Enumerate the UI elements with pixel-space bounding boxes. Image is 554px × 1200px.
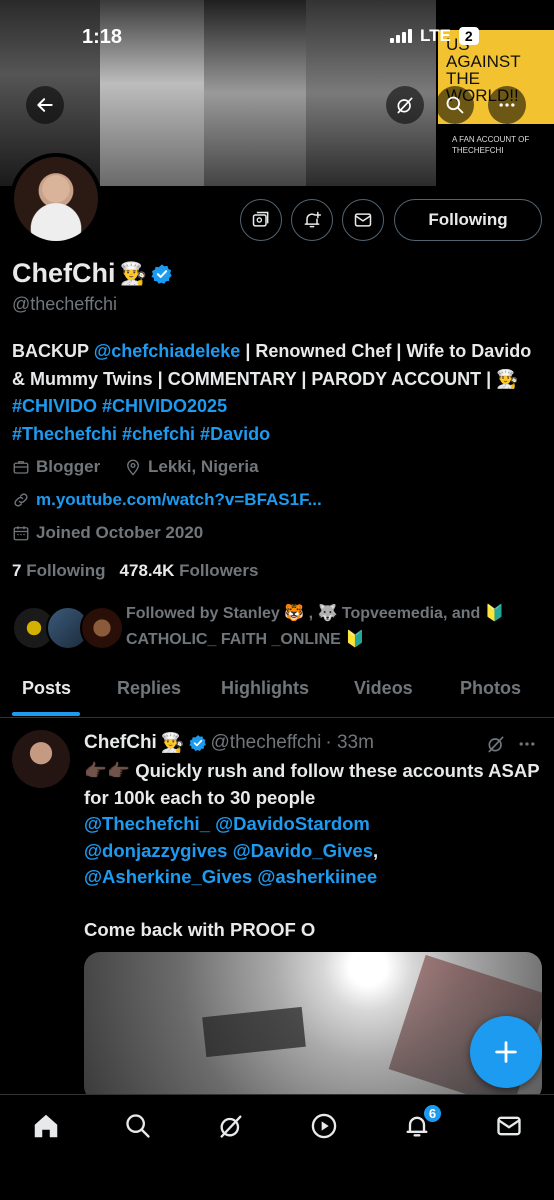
post-mentions[interactable]: @Asherkine_Gives @asherkiinee	[84, 866, 377, 887]
following-count-link[interactable]: 7 Following	[12, 561, 106, 581]
notify-button[interactable]	[291, 199, 333, 241]
envelope-icon	[497, 1116, 521, 1136]
profile-website[interactable]: m.youtube.com/watch?v=BFAS1F...	[12, 490, 322, 510]
post-text-line: 👉🏿👉🏿 Quickly rush and follow these accou…	[84, 760, 540, 808]
bio-text-1: BACKUP	[12, 341, 94, 361]
search-button[interactable]	[436, 86, 474, 124]
post-grok-button[interactable]	[486, 734, 506, 759]
back-button[interactable]	[26, 86, 64, 124]
post-avatar[interactable]	[12, 730, 70, 788]
followers-label: Followers	[179, 561, 259, 580]
tab-posts[interactable]: Posts	[22, 678, 71, 699]
followers-count-link[interactable]: 478.4K Followers	[120, 561, 259, 581]
post-body: 👉🏿👉🏿 Quickly rush and follow these accou…	[84, 758, 544, 944]
bell-plus-icon	[304, 211, 322, 228]
follower-avatar	[80, 606, 124, 650]
grok-icon	[397, 97, 413, 114]
profile-avatar[interactable]	[10, 153, 102, 245]
verified-badge-icon[interactable]	[151, 263, 173, 285]
followed-by-text[interactable]: Followed by Stanley 🐯 , 🐺 Topveemedia, a…	[126, 601, 536, 653]
battery-indicator: 2	[458, 27, 479, 45]
profile-category: Blogger	[12, 457, 100, 477]
following-label: Following	[26, 561, 106, 580]
profile-tabs: Posts Replies Highlights Videos Photos	[0, 668, 554, 718]
tab-replies[interactable]: Replies	[117, 678, 181, 699]
banner-photo-3	[204, 0, 306, 186]
more-icon	[519, 742, 535, 746]
profile-name-row: ChefChi 👨‍🍳	[12, 258, 173, 289]
verified-badge-icon	[188, 735, 206, 752]
more-icon	[499, 103, 515, 107]
media-icon	[252, 211, 269, 227]
search-icon	[446, 96, 464, 114]
post-text-line: Come back with PROOF O	[84, 919, 316, 940]
followed-by-avatars[interactable]	[12, 606, 124, 650]
grok-icon	[220, 1115, 242, 1138]
post-comma: ,	[373, 839, 379, 861]
joined-label: Joined October 2020	[36, 523, 204, 542]
compose-post-button[interactable]	[470, 1016, 542, 1088]
more-button[interactable]	[488, 86, 526, 124]
status-indicators: LTE 2	[390, 26, 479, 46]
category-label: Blogger	[36, 457, 101, 476]
bottom-navigation	[0, 1094, 554, 1200]
status-time: 1:18	[82, 26, 123, 48]
profile-handle: @thecheffchi	[12, 294, 118, 314]
network-label: LTE	[420, 26, 451, 45]
profile-bio: BACKUP @chefchiadeleke | Renowned Chef |…	[12, 338, 542, 448]
nav-video[interactable]	[309, 1111, 339, 1141]
grok-icon	[488, 736, 504, 753]
post-mentions[interactable]: @donjazzygives @Davido_Gives	[84, 840, 373, 861]
signal-icon	[390, 29, 412, 43]
nav-home[interactable]	[31, 1111, 61, 1141]
tab-videos[interactable]: Videos	[354, 678, 413, 699]
back-arrow-icon	[37, 98, 53, 112]
post-author-handle[interactable]: @thecheffchi	[211, 732, 322, 754]
message-button[interactable]	[342, 199, 384, 241]
bio-mention-link[interactable]: @chefchiadeleke	[94, 341, 241, 361]
profile-name: ChefChi	[12, 258, 116, 288]
chef-emoji: 👨‍🍳	[119, 260, 147, 286]
link-icon	[14, 493, 28, 507]
post-header: ChefChi 👨‍🍳 @thecheffchi · 33m	[84, 731, 374, 755]
post-mentions[interactable]: @Thechefchi_ @DavidoStardom	[84, 813, 370, 834]
location-label: Lekki, Nigeria	[148, 457, 259, 476]
post-author-name[interactable]: ChefChi	[84, 732, 157, 754]
active-tab-indicator	[12, 712, 80, 716]
subscriptions-button[interactable]	[240, 199, 282, 241]
post-timestamp: · 33m	[325, 732, 374, 753]
bio-hashtags-1[interactable]: #CHIVIDO #CHIVIDO2025	[12, 396, 227, 416]
home-icon	[34, 1114, 58, 1138]
nav-grok[interactable]	[216, 1111, 246, 1141]
profile-joined: Joined October 2020	[12, 523, 203, 543]
envelope-icon	[354, 213, 372, 227]
location-pin-icon	[127, 459, 139, 476]
play-circle-icon	[311, 1113, 337, 1139]
post-author-emoji: 👨‍🍳	[160, 733, 185, 754]
nav-search[interactable]	[123, 1111, 153, 1141]
followers-count: 478.4K	[119, 561, 175, 580]
profile-location: Lekki, Nigeria	[124, 457, 259, 477]
post-more-button[interactable]	[516, 734, 538, 759]
follow-counts: 7 Following 478.4K Followers	[12, 561, 258, 581]
notifications-badge: 6	[422, 1103, 443, 1124]
following-button[interactable]: Following	[394, 199, 542, 241]
banner-fan-subtitle: A FAN ACCOUNT OF THECHEFCHI	[452, 135, 530, 155]
search-icon	[126, 1114, 150, 1138]
nav-messages[interactable]	[494, 1111, 524, 1141]
bio-hashtags-2[interactable]: #Thechefchi #chefchi #Davido	[12, 424, 270, 444]
tab-photos[interactable]: Photos	[460, 678, 521, 699]
calendar-icon	[13, 526, 29, 541]
website-link[interactable]: m.youtube.com/watch?v=BFAS1F...	[36, 490, 322, 510]
plus-icon	[495, 1041, 517, 1063]
post-media-video[interactable]	[84, 952, 542, 1102]
briefcase-icon	[13, 461, 29, 474]
following-count: 7	[12, 561, 22, 580]
tab-highlights[interactable]: Highlights	[221, 678, 309, 699]
grok-button[interactable]	[386, 86, 424, 124]
